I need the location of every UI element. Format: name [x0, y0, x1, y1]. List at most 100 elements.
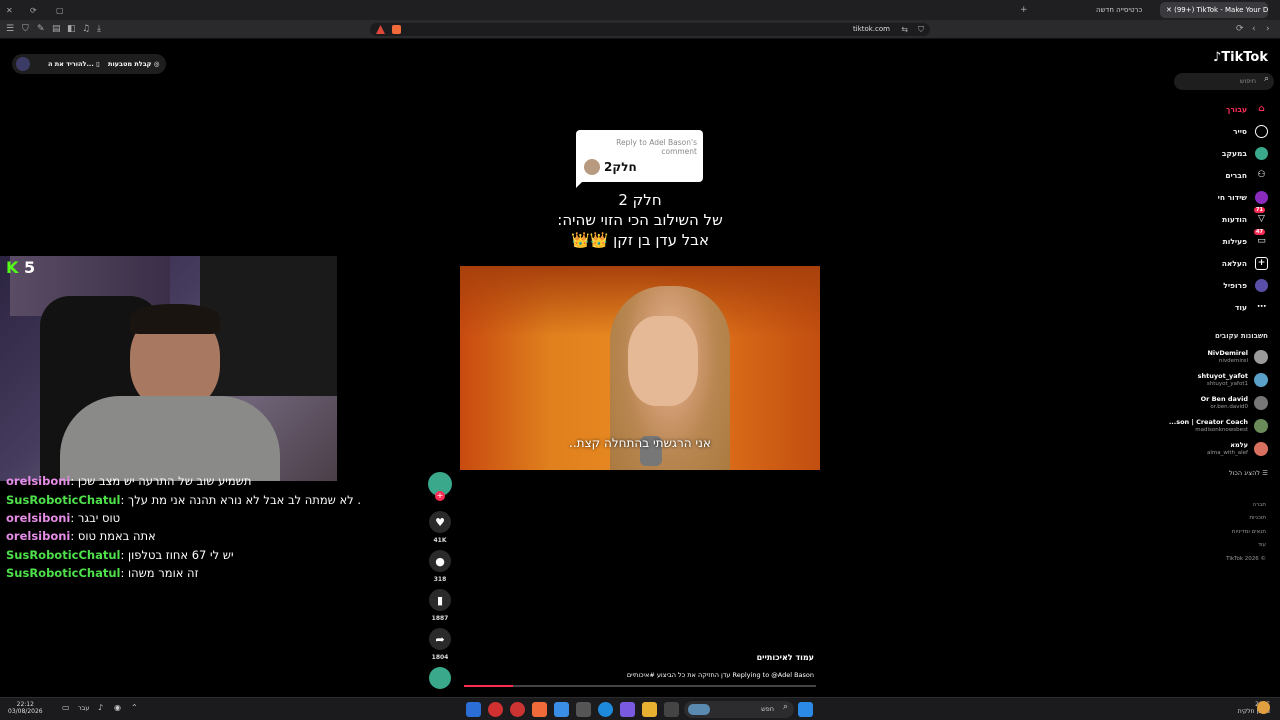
reload-icon[interactable]: ⟳ — [30, 1, 37, 20]
chat-line: SusRoboticChatul: יש לי 67 אחוז בטלפון — [6, 548, 234, 562]
video-player[interactable]: אני הרגשתי בהתחלה קצת.. — [460, 266, 820, 470]
save-button[interactable]: ▮ — [429, 589, 451, 611]
video-progress-track[interactable] — [464, 685, 816, 687]
translate-icon[interactable]: ⇆ — [901, 23, 908, 36]
download-app-link[interactable]: להוריד את ה... ▯ — [48, 54, 100, 74]
start-icon[interactable] — [798, 702, 813, 717]
nav-for-you[interactable]: עבורך ⌂ — [1226, 101, 1268, 117]
nav-more[interactable]: עוד ⋯ — [1235, 299, 1268, 315]
nav-explore[interactable]: סייר — [1233, 123, 1268, 139]
reply-header: Reply to Adel Bason's comment — [616, 138, 697, 156]
video-subtitle: אני הרגשתי בהתחלה קצת.. — [569, 436, 711, 450]
brave-icon[interactable] — [532, 702, 547, 717]
nav-messages[interactable]: הודעות ▽ 71 — [1222, 206, 1268, 227]
app-icon[interactable] — [488, 702, 503, 717]
taskbar-search[interactable]: ⌕ חפש — [684, 701, 794, 718]
shield-icon[interactable]: ⛉ — [22, 20, 29, 39]
address-bar[interactable]: tiktok.com ⇆ ⛉ — [370, 23, 930, 36]
notification-icon[interactable]: ▭ — [62, 703, 70, 712]
copyright: TikTok 2026 © — [1226, 556, 1266, 562]
language-indicator[interactable]: עבר — [78, 704, 90, 712]
home-icon: ⌂ — [1258, 104, 1265, 114]
clock[interactable]: 22:12 03/08/2026 — [8, 701, 43, 715]
nav-upload[interactable]: העלאה + — [1222, 255, 1268, 271]
warning-icon[interactable] — [376, 25, 385, 34]
copilot-icon[interactable] — [620, 702, 635, 717]
steam-icon[interactable] — [466, 702, 481, 717]
nav-profile[interactable]: פרופיל — [1223, 277, 1268, 293]
follow-plus-icon[interactable]: + — [435, 491, 445, 501]
music-disc-icon[interactable] — [429, 667, 451, 689]
caption-line-2: של השילוב הכי הזוי שהיה: — [557, 211, 723, 229]
chevron-up-icon[interactable]: ⌃ — [131, 703, 138, 712]
tab-new[interactable]: כרטיסייה חדשה — [1090, 2, 1154, 18]
nav-following[interactable]: במעקב — [1222, 145, 1268, 161]
wifi-icon[interactable]: ◉ — [114, 703, 121, 712]
list-icon[interactable]: ▤ — [52, 20, 61, 39]
video-author[interactable]: עמוד לאיכותיים — [600, 653, 814, 662]
chat-line: orelsiboni: תשמיע שוב של התרעה יש מצב שכ… — [6, 474, 252, 488]
chat-line: SusRoboticChatul: לא שמתה לב אבל לא נורא… — [6, 493, 362, 507]
comment-button[interactable]: ● — [429, 550, 451, 572]
edge-icon[interactable] — [598, 702, 613, 717]
bookmark-icon[interactable]: ⛉ — [918, 23, 924, 36]
app-icon[interactable] — [664, 702, 679, 717]
save-count: 1887 — [431, 615, 449, 622]
account-item[interactable]: shtuyot_yafot shtuyot_yafot1 — [1198, 371, 1268, 389]
nav-activity[interactable]: פעילות ▭ 47 — [1223, 228, 1268, 249]
account-item[interactable]: NivDemirel nivdemirel — [1207, 348, 1268, 366]
search-placeholder: חיפוש — [1239, 77, 1256, 85]
video-caption: חלק 2 של השילוב הכי הזוי שהיה: אבל עדן ב… — [500, 190, 780, 250]
like-button[interactable]: ♥ — [429, 511, 451, 533]
brave-icon[interactable] — [392, 25, 401, 34]
search-input[interactable]: ⌕ חיפוש — [1174, 73, 1274, 90]
webcam-overlay: K 5 — [0, 256, 337, 481]
pen-icon[interactable]: ✎ — [37, 20, 45, 39]
store-icon[interactable] — [576, 702, 591, 717]
get-coins-link[interactable]: קבלת מטבעות ◎ — [108, 54, 159, 74]
show-all-link[interactable]: להציג הכול ☰ — [1229, 469, 1268, 477]
browser-tab-bar: ✕ ⟳ ▢ + כרטיסייה חדשה ✕ (99+) TikTok - M… — [0, 0, 1280, 20]
url-text: tiktok.com — [853, 25, 890, 33]
comment-count: 318 — [433, 576, 447, 583]
download-icon[interactable]: ⤓ — [97, 20, 101, 39]
top-overlay-bar: להוריד את ה... ▯ קבלת מטבעות ◎ — [12, 54, 166, 74]
comment-icon: ● — [435, 554, 445, 568]
share-count: 1804 — [431, 654, 449, 661]
app-icon[interactable] — [554, 702, 569, 717]
close-window-icon[interactable]: ✕ — [6, 1, 13, 20]
sidebar-icon[interactable]: ◧ — [67, 20, 76, 39]
back-icon[interactable]: ‹ — [1252, 20, 1256, 39]
share-button[interactable]: ➦ — [429, 628, 451, 650]
refresh-icon[interactable]: ⟳ — [1236, 20, 1244, 39]
new-tab-icon[interactable]: + — [1020, 1, 1028, 20]
footer-link[interactable]: חברה — [1253, 502, 1266, 508]
avatar — [1254, 373, 1268, 387]
app-icon[interactable] — [510, 702, 525, 717]
account-item[interactable]: Or Ben david or.ben.david0 — [1201, 394, 1268, 412]
webcam-shirt — [60, 396, 280, 481]
menu-icon[interactable]: ☰ — [6, 20, 14, 39]
mic-icon[interactable]: ♪ — [98, 703, 103, 712]
folder-icon[interactable] — [642, 702, 657, 717]
tab-tiktok[interactable]: ✕ (99+) TikTok - Make Your Day — [1160, 2, 1268, 18]
avatar[interactable] — [16, 57, 30, 71]
music-icon[interactable]: ♫ — [82, 20, 90, 39]
footer-link[interactable]: עוד — [1258, 542, 1266, 548]
window-icon[interactable]: ▢ — [56, 1, 64, 20]
footer-link[interactable]: תנאים ומדיניות — [1232, 529, 1266, 535]
avatar — [1254, 396, 1268, 410]
bookmark-icon: ▮ — [436, 593, 444, 607]
following-accounts-title: חשבונות עקובים — [1214, 332, 1268, 340]
forward-icon[interactable]: › — [1266, 20, 1270, 39]
video-progress-fill — [464, 685, 514, 687]
nav-friends[interactable]: חברים ⚇ — [1225, 167, 1268, 183]
close-tab-icon[interactable]: ✕ — [1166, 6, 1174, 14]
account-item[interactable]: עלמא alma_with_alef — [1207, 440, 1268, 458]
nav-live[interactable]: שידור חי — [1218, 189, 1268, 205]
avatar — [1254, 442, 1268, 456]
footer-link[interactable]: תוכניות — [1249, 515, 1266, 521]
tiktok-logo[interactable]: ♪TikTok — [1213, 50, 1268, 65]
account-item[interactable]: ...son | Creator Coach madisonknowsbest — [1169, 417, 1268, 435]
search-highlight-icon — [688, 704, 710, 715]
